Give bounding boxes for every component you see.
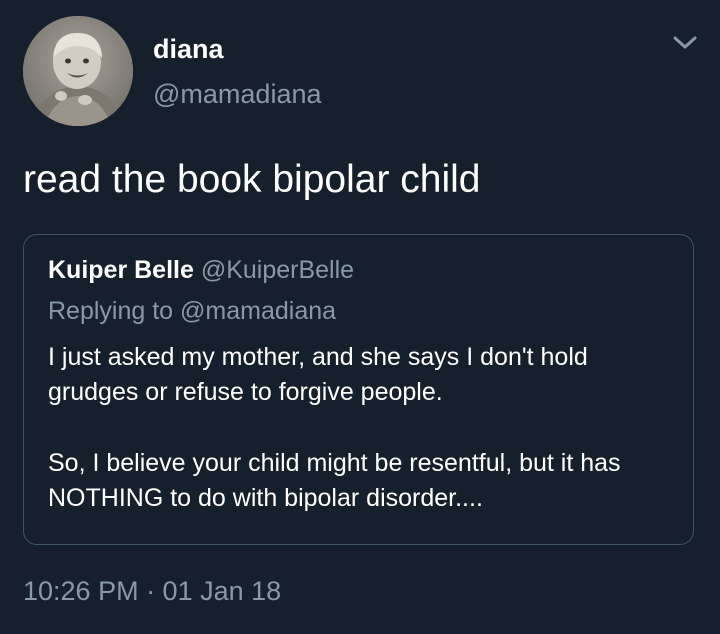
quoted-tweet-header: Kuiper Belle @KuiperBelle: [48, 255, 354, 285]
author-handle[interactable]: @mamadiana: [153, 78, 322, 110]
replying-to-prefix: Replying to: [48, 297, 174, 325]
avatar[interactable]: [23, 16, 133, 126]
quoted-author-display-name[interactable]: Kuiper Belle: [48, 256, 194, 284]
quoted-tweet-body: I just asked my mother, and she says I d…: [48, 340, 678, 516]
replying-to-handle[interactable]: @mamadiana: [180, 297, 336, 325]
tweet-timestamp[interactable]: 10:26 PM · 01 Jan 18: [23, 575, 281, 607]
chevron-down-icon[interactable]: [671, 33, 699, 53]
quoted-author-handle[interactable]: @KuiperBelle: [201, 256, 354, 284]
quoted-tweet-paragraph: I just asked my mother, and she says I d…: [48, 343, 588, 406]
quoted-tweet-paragraph: So, I believe your child might be resent…: [48, 449, 621, 512]
profile-photo: [23, 16, 133, 126]
author-display-name[interactable]: diana: [153, 33, 224, 65]
quoted-tweet[interactable]: Kuiper Belle @KuiperBelle Replying to @m…: [23, 234, 694, 545]
replying-to-line: Replying to @mamadiana: [48, 296, 336, 326]
tweet-text: read the book bipolar child: [23, 158, 481, 201]
